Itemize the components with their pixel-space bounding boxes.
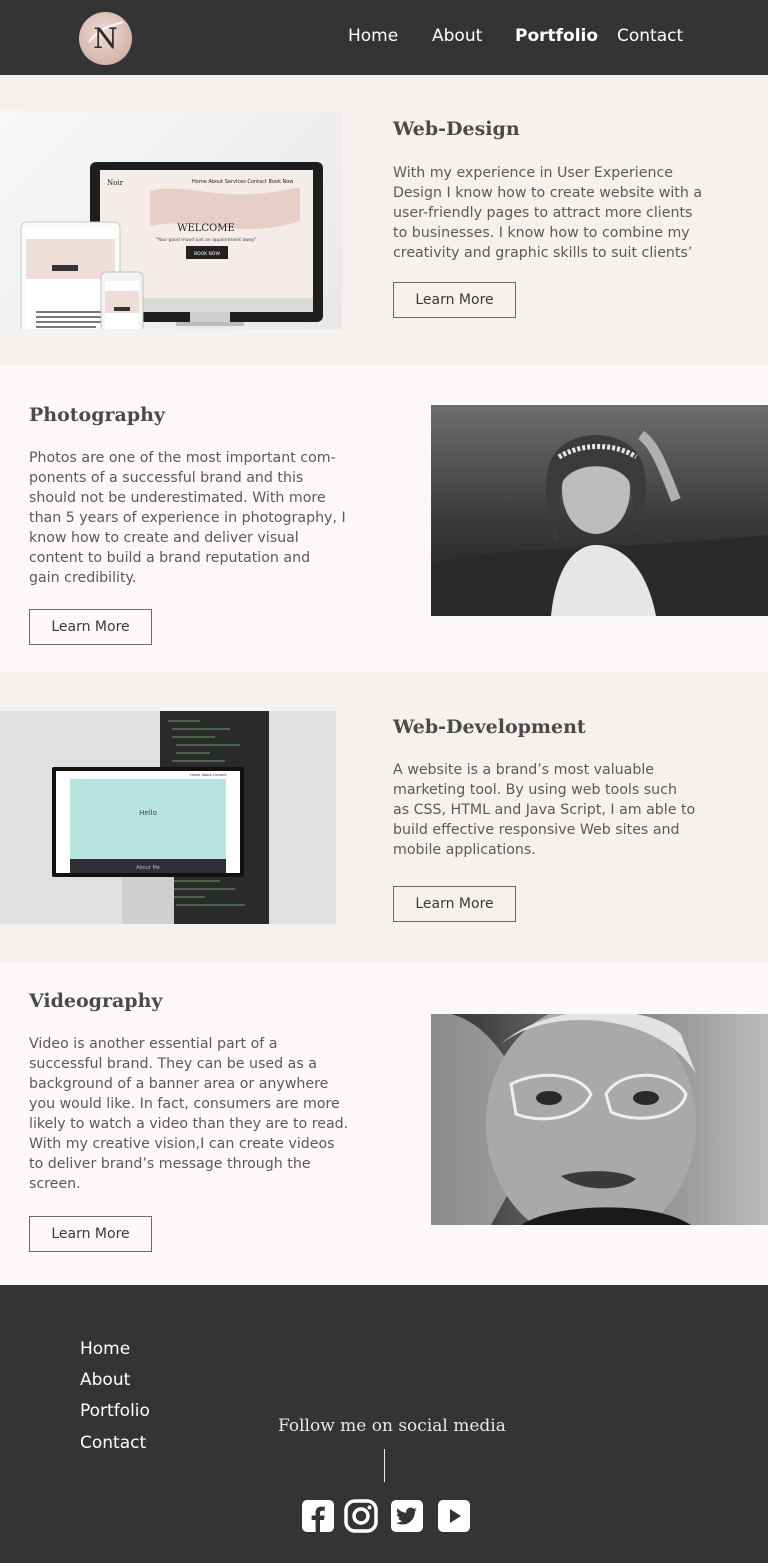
section-description: Video is another essential part of a suc…	[29, 1034, 389, 1194]
nav-contact[interactable]: Contact	[617, 26, 683, 46]
description-line: Video is another essential part of a	[29, 1036, 278, 1052]
learn-more-button[interactable]: Learn More	[393, 282, 516, 318]
mock-brand: Noir	[107, 179, 124, 187]
follow-me-heading: Follow me on social media	[278, 1416, 506, 1436]
description-line: gain credibility.	[29, 570, 137, 586]
web-design-mockup-image: Noir Home About Services Contact Book No…	[0, 111, 342, 329]
description-line: to deliver brand’s message through the	[29, 1156, 311, 1172]
top-navbar: N Home About Portfolio Contact	[0, 0, 768, 75]
footer-divider	[384, 1449, 385, 1482]
mock-cta: BOOK NOW	[194, 251, 220, 257]
footer-link-contact[interactable]: Contact	[80, 1433, 146, 1453]
description-line: should not be underestimated. With more	[29, 490, 326, 506]
description-line: Design I know how to create website with…	[393, 185, 703, 201]
instagram-icon[interactable]	[344, 1499, 378, 1533]
devices-mockup-illustration: Noir Home About Services Contact Book No…	[20, 162, 323, 329]
mock-tagline: "Your good mood just an appointment away…	[156, 237, 257, 243]
web-development-section: Hello About Me Home About Contact Web-De…	[0, 672, 768, 962]
learn-more-button[interactable]: Learn More	[29, 1216, 152, 1252]
section-title: Videography	[29, 990, 163, 1012]
portrait-silhouette-illustration	[431, 430, 768, 616]
section-description: Photos are one of the most important com…	[29, 448, 384, 588]
nav-home[interactable]: Home	[348, 26, 398, 46]
description-line: mobile applications.	[393, 842, 536, 858]
description-line: user-friendly pages to attract more clie…	[393, 205, 693, 221]
code-monitor-illustration: Hello About Me Home About Contact	[52, 711, 269, 924]
web-development-mockup-image: Hello About Me Home About Contact	[0, 711, 336, 924]
footer-link-about[interactable]: About	[80, 1370, 130, 1390]
description-line: screen.	[29, 1176, 81, 1192]
site-logo[interactable]: N	[79, 12, 132, 65]
description-line: creativity and graphic skills to suit cl…	[393, 245, 693, 261]
description-line: than 5 years of experience in photograph…	[29, 510, 346, 526]
description-line: background of a banner area or anywhere	[29, 1076, 329, 1092]
footer-link-portfolio[interactable]: Portfolio	[80, 1401, 150, 1421]
portrait-photo-glasses	[431, 1014, 768, 1225]
description-line: ponents of a successful brand and this	[29, 470, 304, 486]
section-title: Web-Development	[393, 716, 586, 738]
nav-portfolio[interactable]: Portfolio	[515, 26, 598, 46]
videography-section: Videography Video is another essential p…	[0, 962, 768, 1285]
description-line: marketing tool. By using web tools such	[393, 782, 677, 798]
mock-about: About Me	[136, 865, 160, 871]
site-footer: Home About Portfolio Contact Follow me o…	[0, 1285, 768, 1563]
mock-menu: Home About Contact	[190, 773, 227, 777]
section-title: Web-Design	[393, 118, 520, 140]
description-line: Photos are one of the most important com…	[29, 450, 336, 466]
description-line: to businesses. I know how to combine my	[393, 225, 690, 241]
description-line: With my creative vision,I can create vid…	[29, 1136, 335, 1152]
footer-link-home[interactable]: Home	[80, 1339, 130, 1359]
description-line: A website is a brand’s most valuable	[393, 762, 655, 778]
youtube-icon[interactable]	[437, 1499, 471, 1533]
portrait-glasses-illustration	[431, 1014, 696, 1225]
mock-menu: Home About Services Contact Book Now	[192, 179, 293, 185]
description-line: know how to create and deliver visual	[29, 530, 299, 546]
section-description: With my experience in User Experience De…	[393, 163, 748, 263]
nav-about[interactable]: About	[432, 26, 482, 46]
learn-more-button[interactable]: Learn More	[393, 886, 516, 922]
mock-hello: Hello	[139, 809, 157, 817]
section-description: A website is a brand’s most valuable mar…	[393, 760, 748, 860]
learn-more-button[interactable]: Learn More	[29, 609, 152, 645]
description-line: likely to watch a video than they are to…	[29, 1116, 349, 1132]
description-line: as CSS, HTML and Java Script, I am able …	[393, 802, 696, 818]
photography-section: Photography Photos are one of the most i…	[0, 365, 768, 672]
description-line: content to build a brand reputation and	[29, 550, 311, 566]
mock-welcome: WELCOME	[177, 223, 235, 234]
portrait-photo-flower-crown	[431, 405, 768, 616]
description-line: With my experience in User Experience	[393, 165, 674, 181]
web-design-section: Noir Home About Services Contact Book No…	[0, 75, 768, 365]
facebook-icon[interactable]	[301, 1499, 335, 1533]
description-line: successful brand. They can be used as a	[29, 1056, 317, 1072]
description-line: you would like. In fact, consumers are m…	[29, 1096, 340, 1112]
logo-letter: N	[93, 22, 118, 55]
section-title: Photography	[29, 404, 165, 426]
description-line: build effective responsive Web sites and	[393, 822, 680, 838]
twitter-icon[interactable]	[390, 1499, 424, 1533]
